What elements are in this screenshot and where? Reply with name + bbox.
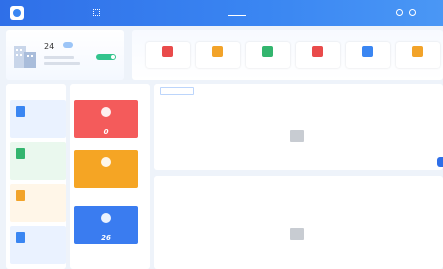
quick-entry-label	[302, 60, 334, 64]
building-illustration	[14, 46, 36, 68]
quick-entry-label	[402, 60, 434, 64]
weather-panel: 24	[6, 30, 124, 80]
shortcut-card[interactable]	[10, 184, 66, 222]
shortcut-label	[14, 122, 44, 126]
nav-item-5[interactable]	[228, 9, 246, 16]
home-icon	[362, 46, 373, 57]
statistics-panel: 0 26	[70, 84, 150, 269]
quick-entry-title	[147, 30, 177, 35]
apps-grid-icon[interactable]	[93, 9, 100, 16]
top-navigation-bar	[0, 0, 443, 26]
stat-label	[88, 226, 124, 230]
left-section-title	[10, 87, 50, 92]
quick-entry-label	[152, 60, 184, 64]
user-icon	[162, 46, 173, 57]
document-icon	[16, 190, 25, 201]
statistics-title	[74, 87, 114, 92]
tab-pending[interactable]	[160, 87, 194, 95]
tasks-panel	[154, 84, 443, 170]
settings-icon[interactable]	[409, 9, 416, 16]
nav-item-4[interactable]	[201, 9, 219, 16]
quick-entry-label	[252, 60, 284, 64]
side-expand-handle[interactable]	[437, 157, 443, 167]
weather-toggle[interactable]	[96, 54, 116, 60]
stat-value	[96, 178, 116, 185]
stat-label	[88, 170, 124, 174]
stat-card[interactable]: 26	[74, 206, 138, 244]
quick-entry-item[interactable]	[146, 42, 190, 68]
nav-item-7[interactable]	[283, 9, 301, 16]
chat-icon	[101, 107, 111, 117]
temperature-value: 24	[44, 42, 55, 51]
weather-status	[94, 45, 116, 50]
weather-detail	[44, 56, 74, 59]
document-icon	[16, 232, 25, 243]
quick-entry-label	[352, 60, 384, 64]
user-name[interactable]	[420, 9, 440, 15]
weather-detail	[44, 62, 80, 65]
notice-title	[162, 180, 202, 185]
quick-entry-item[interactable]	[346, 42, 390, 68]
document-icon	[16, 148, 25, 159]
cloud-icon	[63, 42, 73, 48]
shortcut-label	[14, 248, 44, 252]
shortcut-card[interactable]	[10, 226, 66, 264]
quick-entry-item[interactable]	[246, 42, 290, 68]
shortcut-label	[14, 206, 44, 210]
grid-icon	[212, 46, 223, 57]
stat-value: 0	[103, 128, 109, 136]
chat-icon	[101, 213, 111, 223]
stat-card[interactable]	[74, 150, 138, 188]
left-shortcut-panel	[6, 84, 66, 269]
nav-item-6[interactable]	[256, 9, 274, 16]
empty-box-icon	[290, 228, 304, 240]
app-logo[interactable]	[10, 6, 24, 20]
quick-entry-label	[202, 60, 234, 64]
nav-item-1[interactable]	[120, 9, 134, 16]
shortcut-label	[14, 164, 44, 168]
people-icon	[412, 46, 423, 57]
empty-state-text	[287, 244, 307, 248]
nav-item-8[interactable]	[310, 9, 330, 16]
shortcut-card[interactable]	[10, 142, 66, 180]
user-icon[interactable]	[396, 9, 403, 16]
building-icon	[312, 46, 323, 57]
chat-icon	[101, 157, 111, 167]
shortcut-card[interactable]	[10, 100, 66, 138]
empty-box-icon	[290, 130, 304, 142]
document-icon	[262, 46, 273, 57]
notice-panel	[154, 176, 443, 269]
nav-item-2[interactable]	[146, 9, 164, 16]
app-title	[30, 9, 90, 15]
quick-entry-item[interactable]	[396, 42, 440, 68]
quick-entry-panel	[132, 30, 443, 80]
tab-done[interactable]	[198, 87, 232, 95]
quick-entry-item[interactable]	[196, 42, 240, 68]
nav-item-3[interactable]	[173, 9, 191, 16]
empty-state-text	[287, 146, 307, 150]
document-icon	[16, 106, 25, 117]
stat-card[interactable]: 0	[74, 100, 138, 138]
stat-label	[88, 120, 124, 124]
quick-entry-item[interactable]	[296, 42, 340, 68]
stat-value: 26	[101, 234, 111, 242]
